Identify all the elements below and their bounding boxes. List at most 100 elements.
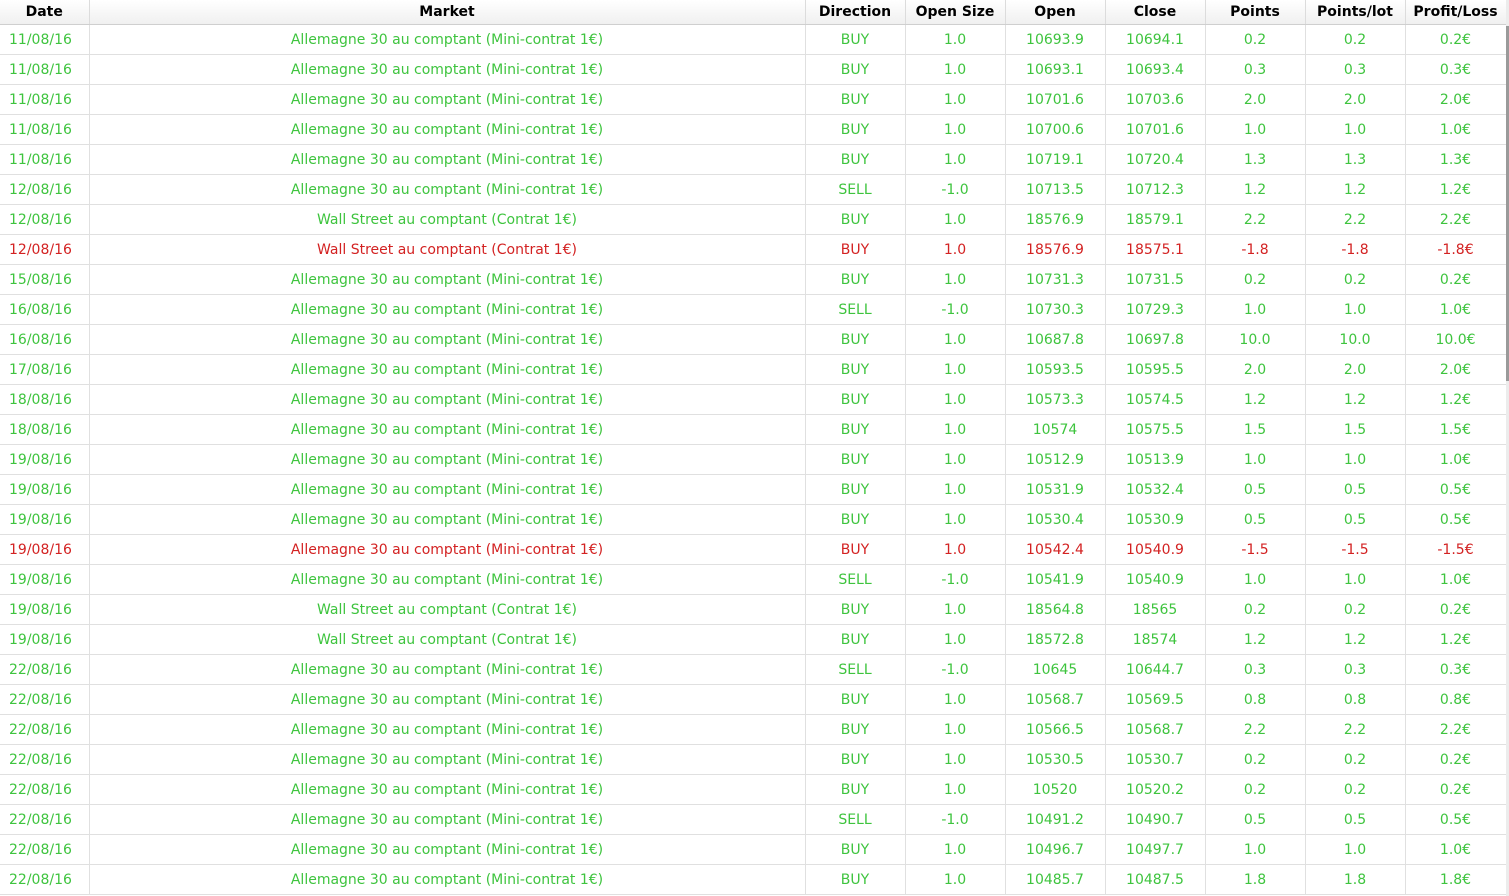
market-cell: Allemagne 30 au comptant (Mini-contrat 1… — [89, 834, 806, 865]
profit-loss-cell: 2.2€ — [1405, 204, 1507, 235]
profit-loss-cell: 0.5€ — [1405, 504, 1507, 535]
column-header-points[interactable]: Points — [1205, 0, 1306, 25]
open-size-cell: 1.0 — [905, 624, 1006, 655]
table-row[interactable]: 22/08/16 Allemagne 30 au comptant (Mini-c… — [0, 654, 1507, 685]
table-row[interactable]: 22/08/16 Allemagne 30 au comptant (Mini-c… — [0, 804, 1507, 835]
direction-cell: BUY — [805, 684, 906, 715]
column-header-points-per-lot[interactable]: Points/lot — [1305, 0, 1406, 25]
open-size-cell: 1.0 — [905, 384, 1006, 415]
column-header-date[interactable]: Date — [0, 0, 90, 25]
profit-loss-cell: 1.5€ — [1405, 414, 1507, 445]
table-row[interactable]: 19/08/16 Allemagne 30 au comptant (Mini-c… — [0, 444, 1507, 475]
market-cell: Wall Street au comptant (Contrat 1€) — [89, 624, 806, 655]
direction-cell: BUY — [805, 234, 906, 265]
open-price-cell: 10700.6 — [1005, 114, 1106, 145]
market-cell: Allemagne 30 au comptant (Mini-contrat 1… — [89, 474, 806, 505]
points-cell: -1.8 — [1205, 234, 1306, 265]
table-row[interactable]: 18/08/16 Allemagne 30 au comptant (Mini-c… — [0, 384, 1507, 415]
column-header-profit-loss[interactable]: Profit/Loss — [1405, 0, 1507, 25]
table-row[interactable]: 19/08/16 Allemagne 30 au comptant (Mini-c… — [0, 504, 1507, 535]
table-row[interactable]: 16/08/16 Allemagne 30 au comptant (Mini-c… — [0, 324, 1507, 355]
table-row[interactable]: 19/08/16 Allemagne 30 au comptant (Mini-c… — [0, 564, 1507, 595]
table-row[interactable]: 22/08/16 Allemagne 30 au comptant (Mini-c… — [0, 744, 1507, 775]
table-row[interactable]: 22/08/16 Allemagne 30 au comptant (Mini-c… — [0, 774, 1507, 805]
column-header-open-size[interactable]: Open Size — [905, 0, 1006, 25]
points-cell: 0.2 — [1205, 774, 1306, 805]
direction-cell: SELL — [805, 174, 906, 205]
profit-loss-cell: 1.2€ — [1405, 384, 1507, 415]
open-price-cell: 10568.7 — [1005, 684, 1106, 715]
market-cell: Allemagne 30 au comptant (Mini-contrat 1… — [89, 324, 806, 355]
table-row[interactable]: 19/08/16 Wall Street au comptant (Contrat… — [0, 624, 1507, 655]
table-row[interactable]: 12/08/16 Allemagne 30 au comptant (Mini-c… — [0, 174, 1507, 205]
table-row[interactable]: 11/08/16 Allemagne 30 au comptant (Mini-c… — [0, 144, 1507, 175]
points-per-lot-cell: 2.0 — [1305, 84, 1406, 115]
table-row[interactable]: 11/08/16 Allemagne 30 au comptant (Mini-c… — [0, 84, 1507, 115]
table-row[interactable]: 19/08/16 Wall Street au comptant (Contrat… — [0, 594, 1507, 625]
table-row[interactable]: 15/08/16 Allemagne 30 au comptant (Mini-c… — [0, 264, 1507, 295]
column-header-direction[interactable]: Direction — [805, 0, 906, 25]
profit-loss-cell: 1.8€ — [1405, 864, 1507, 895]
points-cell: 0.8 — [1205, 684, 1306, 715]
direction-cell: BUY — [805, 474, 906, 505]
open-size-cell: 1.0 — [905, 354, 1006, 385]
points-per-lot-cell: 1.2 — [1305, 624, 1406, 655]
profit-loss-cell: -1.8€ — [1405, 234, 1507, 265]
date-cell: 22/08/16 — [0, 654, 90, 685]
close-price-cell: 10697.8 — [1105, 324, 1206, 355]
table-row[interactable]: 22/08/16 Allemagne 30 au comptant (Mini-c… — [0, 684, 1507, 715]
table-row[interactable]: 19/08/16 Allemagne 30 au comptant (Mini-c… — [0, 474, 1507, 505]
date-cell: 22/08/16 — [0, 714, 90, 745]
table-row[interactable]: 22/08/16 Allemagne 30 au comptant (Mini-c… — [0, 864, 1507, 895]
points-per-lot-cell: 0.2 — [1305, 24, 1406, 55]
column-header-open[interactable]: Open — [1005, 0, 1106, 25]
table-row[interactable]: 22/08/16 Allemagne 30 au comptant (Mini-c… — [0, 714, 1507, 745]
points-per-lot-cell: 1.0 — [1305, 114, 1406, 145]
column-header-close[interactable]: Close — [1105, 0, 1206, 25]
column-header-market[interactable]: Market — [89, 0, 806, 25]
open-size-cell: -1.0 — [905, 174, 1006, 205]
open-size-cell: 1.0 — [905, 144, 1006, 175]
open-size-cell: 1.0 — [905, 744, 1006, 775]
table-row[interactable]: 22/08/16 Allemagne 30 au comptant (Mini-c… — [0, 834, 1507, 865]
table-row[interactable]: 11/08/16 Allemagne 30 au comptant (Mini-c… — [0, 24, 1507, 55]
direction-cell: BUY — [805, 204, 906, 235]
date-cell: 11/08/16 — [0, 24, 90, 55]
table-row[interactable]: 12/08/16 Wall Street au comptant (Contrat… — [0, 234, 1507, 265]
open-price-cell: 18572.8 — [1005, 624, 1106, 655]
table-row[interactable]: 11/08/16 Allemagne 30 au comptant (Mini-c… — [0, 54, 1507, 85]
date-cell: 19/08/16 — [0, 624, 90, 655]
points-cell: 10.0 — [1205, 324, 1306, 355]
points-cell: 1.0 — [1205, 564, 1306, 595]
profit-loss-cell: 1.2€ — [1405, 624, 1507, 655]
direction-cell: BUY — [805, 264, 906, 295]
points-per-lot-cell: 0.3 — [1305, 654, 1406, 685]
close-price-cell: 10497.7 — [1105, 834, 1206, 865]
profit-loss-cell: 0.2€ — [1405, 774, 1507, 805]
close-price-cell: 10712.3 — [1105, 174, 1206, 205]
points-per-lot-cell: 1.0 — [1305, 294, 1406, 325]
points-cell: 1.8 — [1205, 864, 1306, 895]
points-per-lot-cell: -1.5 — [1305, 534, 1406, 565]
close-price-cell: 18579.1 — [1105, 204, 1206, 235]
market-cell: Wall Street au comptant (Contrat 1€) — [89, 204, 806, 235]
points-per-lot-cell: 0.2 — [1305, 594, 1406, 625]
date-cell: 22/08/16 — [0, 864, 90, 895]
date-cell: 12/08/16 — [0, 204, 90, 235]
open-size-cell: 1.0 — [905, 504, 1006, 535]
table-row[interactable]: 18/08/16 Allemagne 30 au comptant (Mini-c… — [0, 414, 1507, 445]
market-cell: Allemagne 30 au comptant (Mini-contrat 1… — [89, 774, 806, 805]
date-cell: 11/08/16 — [0, 144, 90, 175]
table-row[interactable]: 19/08/16 Allemagne 30 au comptant (Mini-c… — [0, 534, 1507, 565]
direction-cell: SELL — [805, 804, 906, 835]
points-per-lot-cell: 1.5 — [1305, 414, 1406, 445]
profit-loss-cell: 1.0€ — [1405, 564, 1507, 595]
direction-cell: SELL — [805, 294, 906, 325]
table-row[interactable]: 12/08/16 Wall Street au comptant (Contrat… — [0, 204, 1507, 235]
table-row[interactable]: 11/08/16 Allemagne 30 au comptant (Mini-c… — [0, 114, 1507, 145]
points-cell: 0.3 — [1205, 54, 1306, 85]
direction-cell: BUY — [805, 84, 906, 115]
table-row[interactable]: 17/08/16 Allemagne 30 au comptant (Mini-c… — [0, 354, 1507, 385]
profit-loss-cell: 0.2€ — [1405, 594, 1507, 625]
table-row[interactable]: 16/08/16 Allemagne 30 au comptant (Mini-c… — [0, 294, 1507, 325]
